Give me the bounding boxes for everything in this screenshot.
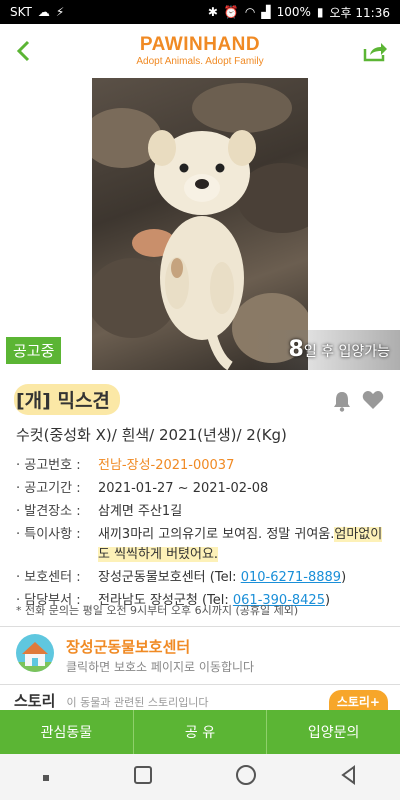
notice-period: 2021-01-27 ~ 2021-02-08 [98,481,269,496]
logo-title: PAWINHAND [139,34,261,55]
info-label: 보호센터 : [16,568,98,588]
cloud-icon: ☁ [37,5,50,19]
home-icon[interactable] [235,764,257,790]
divider [0,626,400,627]
title-row: [개] 믹스견 [14,384,386,416]
info-label: 공고기간 : [16,479,98,499]
alarm-icon: ⏰ [223,5,239,19]
special-notes-a: 새끼3마리 고의유기로 보여짐. 정말 귀여움. [98,527,335,542]
status-badge: 공고중 [6,337,62,364]
divider [0,684,400,685]
story-row: 스토리 이 동물과 관련된 스토리입니다 스토리+ [14,690,390,713]
battery-icon: ▮ [316,5,324,19]
photo-section: 공고중 8일 후 입양가능 [0,78,400,370]
shelter-info: 장성군동물보호센터 (Tel: 010-6271-8889) [98,568,390,588]
story-description: 이 동물과 관련된 스토리입니다 [66,696,209,709]
info-row-found: 발견장소 : 삼계면 주산1길 [16,502,390,522]
shelter-house-icon [16,634,54,672]
system-nav-bar [0,754,400,800]
app-header: PAWINHAND Adopt Animals. Adopt Family [0,24,400,78]
sync-icon: ⚡ [55,5,65,19]
shelter-name: 장성군동물보호센터 (Tel: [98,570,241,585]
tab-favorite[interactable]: 관심동물 [0,710,134,754]
info-label: 특이사항 : [16,525,98,565]
tab-share[interactable]: 공 유 [134,710,268,754]
tab-adopt-inquiry[interactable]: 입양문의 [267,710,400,754]
wifi-icon: ◠ [244,5,256,19]
special-notes: 새끼3마리 고의유기로 보여짐. 정말 귀여움.엄마없이도 씩씩하게 버텼어요. [98,525,390,565]
signal-icon: ▟ [261,5,271,19]
shelter-link[interactable]: 장성군동물보호센터 클릭하면 보호소 페이지로 이동합니다 [14,632,390,680]
adopt-countdown: 8일 후 입양가능 [289,337,391,362]
recents-icon[interactable] [133,765,153,789]
info-list: 공고번호 : 전남-장성-2021-00037 공고기간 : 2021-01-2… [16,456,390,614]
menu-dot-icon[interactable] [41,768,51,787]
info-label: 발견장소 : [16,502,98,522]
info-row-shelter: 보호센터 : 장성군동물보호센터 (Tel: 010-6271-8889) [16,568,390,588]
battery-percent: 100% [276,5,311,19]
animal-summary: 수컷(중성화 X)/ 흰색/ 2021(년생)/ 2(Kg) [16,426,287,444]
info-label: 공고번호 : [16,456,98,476]
days-suffix: 일 후 입양가능 [303,344,390,360]
bell-icon[interactable] [332,390,352,416]
carrier-label: SKT [10,5,32,19]
found-place: 삼계면 주산1길 [98,504,183,519]
story-title: 스토리 [14,692,56,710]
info-row-period: 공고기간 : 2021-01-27 ~ 2021-02-08 [16,479,390,499]
clock: 오후 11:36 [329,5,390,20]
shelter-close: ) [341,570,347,585]
action-bar: 관심동물 공 유 입양문의 [0,710,400,754]
info-row-special: 특이사항 : 새끼3마리 고의유기로 보여짐. 정말 귀여움.엄마없이도 씩씩하… [16,525,390,565]
animal-photo[interactable] [92,78,308,370]
app-logo: PAWINHAND Adopt Animals. Adopt Family [0,34,400,67]
shelter-link-hint: 클릭하면 보호소 페이지로 이동합니다 [66,660,255,674]
back-nav-icon[interactable] [339,765,359,789]
puppy-illustration [92,83,308,370]
shelter-link-name: 장성군동물보호센터 [66,638,191,656]
bluetooth-icon: ✱ [207,5,218,19]
dept-close: ) [324,593,331,608]
heart-icon[interactable] [362,390,384,414]
notice-number: 전남-장성-2021-00037 [98,458,235,473]
info-row-notice-no: 공고번호 : 전남-장성-2021-00037 [16,456,390,476]
days-number: 8 [288,337,304,362]
share-icon [363,43,387,62]
shelter-phone-link[interactable]: 010-6271-8889 [241,570,341,585]
share-button[interactable] [358,34,392,68]
animal-title: [개] 믹스견 [14,384,120,415]
logo-tagline: Adopt Animals. Adopt Family [136,56,264,67]
phone-hours-note: * 전화 문의는 평일 오전 9시부터 오후 6시까지 (공휴일 제외) [16,604,299,617]
status-bar: SKT ☁ ⚡ ✱ ⏰ ◠ ▟ 100% ▮ 오후 11:36 [0,0,400,24]
